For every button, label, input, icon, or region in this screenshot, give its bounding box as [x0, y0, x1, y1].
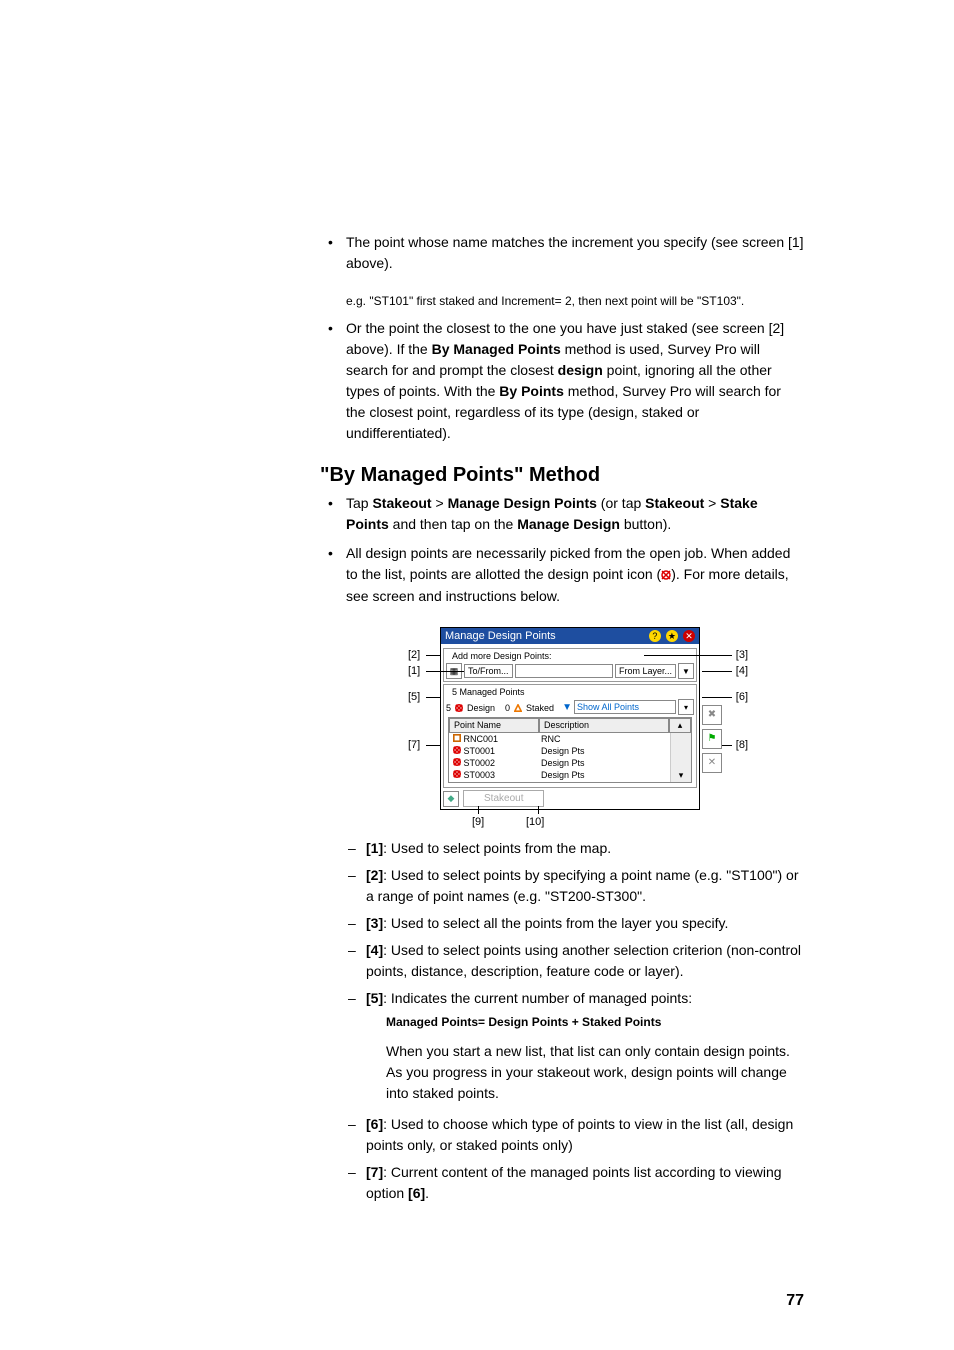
callout-3: [3]	[736, 649, 748, 661]
bullet-increment: The point whose name matches the increme…	[320, 232, 804, 274]
tofrom-button[interactable]: To/From...	[464, 664, 513, 678]
formula: Managed Points= Design Points + Staked P…	[386, 1013, 804, 1031]
text: Tap	[346, 495, 372, 511]
close-icon[interactable]: ✕	[683, 630, 695, 642]
legend-design: 5 Design	[446, 703, 495, 713]
desc-5: [5]: Indicates the current number of man…	[346, 988, 804, 1104]
design-point-icon	[661, 565, 671, 586]
side-clear-icon[interactable]: ✕	[702, 753, 722, 773]
desc-7: [7]: Current content of the managed poin…	[346, 1162, 804, 1204]
bullet-closest: Or the point the closest to the one you …	[320, 318, 804, 444]
cell-desc: RNC	[537, 733, 670, 745]
filter-icon[interactable]: ▼	[562, 702, 572, 713]
cell-desc: Design Pts	[537, 745, 670, 757]
callout-4: [4]	[736, 665, 748, 677]
callout-5: [5]	[408, 691, 420, 703]
criteria-dropdown[interactable]: ▼	[678, 663, 694, 679]
table-row[interactable]: ST0003Design Pts▾	[449, 769, 691, 782]
cell-desc: Design Pts	[537, 769, 670, 782]
side-delete-icon[interactable]: ✖	[702, 705, 722, 725]
scrollbar[interactable]: ▾	[670, 769, 691, 782]
bold: design	[558, 362, 603, 378]
callout-8: [8]	[736, 739, 748, 751]
desc-1: [1]: Used to select points from the map.	[346, 838, 804, 859]
side-flag-icon[interactable]: ⚑	[702, 729, 722, 749]
stakeout-button[interactable]: Stakeout	[463, 790, 544, 807]
text: >	[432, 495, 448, 511]
text: >	[704, 495, 720, 511]
table-row[interactable]: RNC001RNC	[449, 733, 691, 745]
cell-name: RNC001	[449, 733, 537, 745]
col-point-name[interactable]: Point Name	[449, 718, 539, 733]
desc-4: [4]: Used to select points using another…	[346, 940, 804, 982]
callout-6: [6]	[736, 691, 748, 703]
bullet-design-points: All design points are necessarily picked…	[320, 543, 804, 607]
desc-6: [6]: Used to choose which type of points…	[346, 1114, 804, 1156]
text: and then tap on the	[389, 516, 517, 532]
cell-desc: Design Pts	[537, 757, 670, 769]
scroll-up[interactable]: ▴	[669, 718, 691, 733]
bold: Stakeout	[645, 495, 704, 511]
bold: By Points	[499, 383, 564, 399]
callout-10: [10]	[526, 816, 544, 828]
star-icon[interactable]: ★	[666, 630, 678, 642]
text: button).	[620, 516, 671, 532]
bold: Manage Design	[517, 516, 620, 532]
window-title: Manage Design Points	[445, 630, 556, 642]
desc-5-note: When you start a new list, that list can…	[386, 1041, 804, 1104]
example-text: e.g. "ST101" first staked and Increment=…	[346, 294, 804, 308]
map-button[interactable]: ◆	[443, 791, 459, 807]
table-row[interactable]: ST0001Design Pts	[449, 745, 691, 757]
ui-screenshot: [2] [1] [5] [7] [3] [4] [6] [8] [9] [10]…	[440, 627, 700, 811]
scrollbar[interactable]	[670, 745, 691, 757]
desc-3: [3]: Used to select all the points from …	[346, 913, 804, 934]
section-heading: "By Managed Points" Method	[320, 464, 804, 487]
callout-2: [2]	[408, 649, 420, 661]
filter-dropdown[interactable]: Show All Points	[574, 700, 676, 714]
callout-9: [9]	[472, 816, 484, 828]
text: (or tap	[597, 495, 645, 511]
col-description[interactable]: Description	[539, 718, 669, 733]
callout-1: [1]	[408, 665, 420, 677]
callout-7: [7]	[408, 739, 420, 751]
fromlayer-button[interactable]: From Layer...	[615, 664, 676, 678]
text: The point whose name matches the increme…	[346, 234, 804, 271]
point-name-input[interactable]	[515, 664, 613, 678]
scrollbar[interactable]	[670, 733, 691, 745]
cell-name: ST0001	[449, 745, 537, 757]
mp-section-label: 5 Managed Points	[450, 687, 527, 697]
window-titlebar: Manage Design Points ? ★ ✕	[441, 628, 699, 645]
scrollbar[interactable]	[670, 757, 691, 769]
legend-staked: 0 Staked	[505, 703, 554, 713]
points-table: Point Name Description ▴ RNC001RNC ST000…	[448, 717, 692, 783]
desc-2: [2]: Used to select points by specifying…	[346, 865, 804, 907]
bold: By Managed Points	[432, 341, 561, 357]
cell-name: ST0003	[449, 769, 537, 782]
add-section-label: Add more Design Points:	[450, 651, 554, 661]
bold: Stakeout	[372, 495, 431, 511]
page-number: 77	[786, 1292, 804, 1310]
bold: Manage Design Points	[448, 495, 597, 511]
filter-arrow[interactable]: ▾	[678, 699, 694, 715]
bullet-tap-path: Tap Stakeout > Manage Design Points (or …	[320, 493, 804, 535]
help-icon[interactable]: ?	[649, 630, 661, 642]
table-row[interactable]: ST0002Design Pts	[449, 757, 691, 769]
cell-name: ST0002	[449, 757, 537, 769]
